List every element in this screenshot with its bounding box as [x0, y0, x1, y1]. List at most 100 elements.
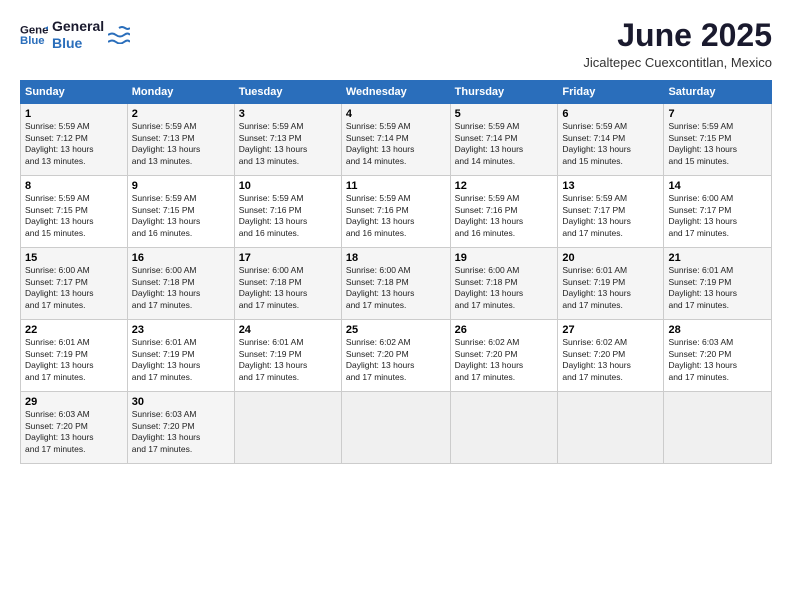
- cell-info: Sunrise: 6:02 AM Sunset: 7:20 PM Dayligh…: [346, 337, 446, 383]
- calendar-cell: 9Sunrise: 5:59 AM Sunset: 7:15 PM Daylig…: [127, 176, 234, 248]
- calendar-cell: 22Sunrise: 6:01 AM Sunset: 7:19 PM Dayli…: [21, 320, 128, 392]
- day-number: 20: [562, 252, 659, 264]
- col-header-sunday: Sunday: [21, 81, 128, 104]
- day-number: 12: [455, 180, 554, 192]
- day-number: 22: [25, 324, 123, 336]
- cell-info: Sunrise: 6:01 AM Sunset: 7:19 PM Dayligh…: [239, 337, 337, 383]
- day-number: 9: [132, 180, 230, 192]
- col-header-thursday: Thursday: [450, 81, 558, 104]
- day-number: 2: [132, 108, 230, 120]
- cell-info: Sunrise: 6:02 AM Sunset: 7:20 PM Dayligh…: [455, 337, 554, 383]
- day-number: 1: [25, 108, 123, 120]
- day-number: 5: [455, 108, 554, 120]
- logo-icon: General Blue: [20, 21, 48, 49]
- calendar-cell: 12Sunrise: 5:59 AM Sunset: 7:16 PM Dayli…: [450, 176, 558, 248]
- cell-info: Sunrise: 6:03 AM Sunset: 7:20 PM Dayligh…: [25, 409, 123, 455]
- cell-info: Sunrise: 5:59 AM Sunset: 7:16 PM Dayligh…: [455, 193, 554, 239]
- calendar-cell: 11Sunrise: 5:59 AM Sunset: 7:16 PM Dayli…: [341, 176, 450, 248]
- calendar-week-row: 29Sunrise: 6:03 AM Sunset: 7:20 PM Dayli…: [21, 392, 772, 464]
- calendar-cell: 20Sunrise: 6:01 AM Sunset: 7:19 PM Dayli…: [558, 248, 664, 320]
- cell-info: Sunrise: 6:01 AM Sunset: 7:19 PM Dayligh…: [562, 265, 659, 311]
- day-number: 27: [562, 324, 659, 336]
- calendar-cell: 25Sunrise: 6:02 AM Sunset: 7:20 PM Dayli…: [341, 320, 450, 392]
- cell-info: Sunrise: 6:00 AM Sunset: 7:18 PM Dayligh…: [132, 265, 230, 311]
- cell-info: Sunrise: 6:01 AM Sunset: 7:19 PM Dayligh…: [25, 337, 123, 383]
- calendar-cell: 2Sunrise: 5:59 AM Sunset: 7:13 PM Daylig…: [127, 104, 234, 176]
- cell-info: Sunrise: 5:59 AM Sunset: 7:15 PM Dayligh…: [668, 121, 767, 167]
- location: Jicaltepec Cuexcontitlan, Mexico: [583, 55, 772, 70]
- calendar-cell: 23Sunrise: 6:01 AM Sunset: 7:19 PM Dayli…: [127, 320, 234, 392]
- calendar-cell: [664, 392, 772, 464]
- cell-info: Sunrise: 6:00 AM Sunset: 7:17 PM Dayligh…: [25, 265, 123, 311]
- day-number: 17: [239, 252, 337, 264]
- day-number: 21: [668, 252, 767, 264]
- calendar-cell: 6Sunrise: 5:59 AM Sunset: 7:14 PM Daylig…: [558, 104, 664, 176]
- calendar-table: SundayMondayTuesdayWednesdayThursdayFrid…: [20, 80, 772, 464]
- calendar-cell: 13Sunrise: 5:59 AM Sunset: 7:17 PM Dayli…: [558, 176, 664, 248]
- month-title: June 2025: [583, 18, 772, 53]
- cell-info: Sunrise: 6:03 AM Sunset: 7:20 PM Dayligh…: [668, 337, 767, 383]
- col-header-saturday: Saturday: [664, 81, 772, 104]
- calendar-cell: [234, 392, 341, 464]
- col-header-friday: Friday: [558, 81, 664, 104]
- calendar-cell: 14Sunrise: 6:00 AM Sunset: 7:17 PM Dayli…: [664, 176, 772, 248]
- calendar-cell: 26Sunrise: 6:02 AM Sunset: 7:20 PM Dayli…: [450, 320, 558, 392]
- calendar-cell: 15Sunrise: 6:00 AM Sunset: 7:17 PM Dayli…: [21, 248, 128, 320]
- page: General Blue General Blue June 2025 Jica…: [0, 0, 792, 612]
- day-number: 29: [25, 396, 123, 408]
- day-number: 6: [562, 108, 659, 120]
- cell-info: Sunrise: 5:59 AM Sunset: 7:15 PM Dayligh…: [132, 193, 230, 239]
- calendar-week-row: 1Sunrise: 5:59 AM Sunset: 7:12 PM Daylig…: [21, 104, 772, 176]
- logo-blue: Blue: [52, 35, 104, 52]
- calendar-cell: 30Sunrise: 6:03 AM Sunset: 7:20 PM Dayli…: [127, 392, 234, 464]
- calendar-cell: 21Sunrise: 6:01 AM Sunset: 7:19 PM Dayli…: [664, 248, 772, 320]
- logo-wave-icon: [108, 26, 130, 44]
- cell-info: Sunrise: 5:59 AM Sunset: 7:17 PM Dayligh…: [562, 193, 659, 239]
- cell-info: Sunrise: 6:01 AM Sunset: 7:19 PM Dayligh…: [132, 337, 230, 383]
- calendar-cell: [450, 392, 558, 464]
- calendar-cell: 8Sunrise: 5:59 AM Sunset: 7:15 PM Daylig…: [21, 176, 128, 248]
- logo-general: General: [52, 18, 104, 35]
- day-number: 25: [346, 324, 446, 336]
- day-number: 13: [562, 180, 659, 192]
- calendar-cell: 7Sunrise: 5:59 AM Sunset: 7:15 PM Daylig…: [664, 104, 772, 176]
- cell-info: Sunrise: 5:59 AM Sunset: 7:12 PM Dayligh…: [25, 121, 123, 167]
- cell-info: Sunrise: 5:59 AM Sunset: 7:14 PM Dayligh…: [562, 121, 659, 167]
- calendar-cell: 10Sunrise: 5:59 AM Sunset: 7:16 PM Dayli…: [234, 176, 341, 248]
- day-number: 19: [455, 252, 554, 264]
- day-number: 8: [25, 180, 123, 192]
- calendar-cell: 24Sunrise: 6:01 AM Sunset: 7:19 PM Dayli…: [234, 320, 341, 392]
- calendar-cell: 18Sunrise: 6:00 AM Sunset: 7:18 PM Dayli…: [341, 248, 450, 320]
- cell-info: Sunrise: 5:59 AM Sunset: 7:13 PM Dayligh…: [239, 121, 337, 167]
- day-number: 23: [132, 324, 230, 336]
- calendar-cell: 1Sunrise: 5:59 AM Sunset: 7:12 PM Daylig…: [21, 104, 128, 176]
- col-header-wednesday: Wednesday: [341, 81, 450, 104]
- cell-info: Sunrise: 6:00 AM Sunset: 7:18 PM Dayligh…: [239, 265, 337, 311]
- calendar-week-row: 22Sunrise: 6:01 AM Sunset: 7:19 PM Dayli…: [21, 320, 772, 392]
- calendar-cell: 5Sunrise: 5:59 AM Sunset: 7:14 PM Daylig…: [450, 104, 558, 176]
- calendar-cell: 4Sunrise: 5:59 AM Sunset: 7:14 PM Daylig…: [341, 104, 450, 176]
- cell-info: Sunrise: 6:00 AM Sunset: 7:18 PM Dayligh…: [346, 265, 446, 311]
- day-number: 7: [668, 108, 767, 120]
- cell-info: Sunrise: 6:00 AM Sunset: 7:17 PM Dayligh…: [668, 193, 767, 239]
- calendar-cell: [558, 392, 664, 464]
- svg-text:Blue: Blue: [20, 35, 45, 47]
- cell-info: Sunrise: 5:59 AM Sunset: 7:14 PM Dayligh…: [346, 121, 446, 167]
- title-area: June 2025 Jicaltepec Cuexcontitlan, Mexi…: [583, 18, 772, 70]
- cell-info: Sunrise: 6:00 AM Sunset: 7:18 PM Dayligh…: [455, 265, 554, 311]
- cell-info: Sunrise: 5:59 AM Sunset: 7:16 PM Dayligh…: [346, 193, 446, 239]
- calendar-cell: 29Sunrise: 6:03 AM Sunset: 7:20 PM Dayli…: [21, 392, 128, 464]
- logo: General Blue General Blue: [20, 18, 130, 52]
- calendar-week-row: 15Sunrise: 6:00 AM Sunset: 7:17 PM Dayli…: [21, 248, 772, 320]
- cell-info: Sunrise: 6:01 AM Sunset: 7:19 PM Dayligh…: [668, 265, 767, 311]
- col-header-tuesday: Tuesday: [234, 81, 341, 104]
- calendar-week-row: 8Sunrise: 5:59 AM Sunset: 7:15 PM Daylig…: [21, 176, 772, 248]
- calendar-cell: 27Sunrise: 6:02 AM Sunset: 7:20 PM Dayli…: [558, 320, 664, 392]
- day-number: 3: [239, 108, 337, 120]
- cell-info: Sunrise: 5:59 AM Sunset: 7:15 PM Dayligh…: [25, 193, 123, 239]
- day-number: 16: [132, 252, 230, 264]
- header: General Blue General Blue June 2025 Jica…: [20, 18, 772, 70]
- cell-info: Sunrise: 5:59 AM Sunset: 7:13 PM Dayligh…: [132, 121, 230, 167]
- calendar-cell: 16Sunrise: 6:00 AM Sunset: 7:18 PM Dayli…: [127, 248, 234, 320]
- day-number: 11: [346, 180, 446, 192]
